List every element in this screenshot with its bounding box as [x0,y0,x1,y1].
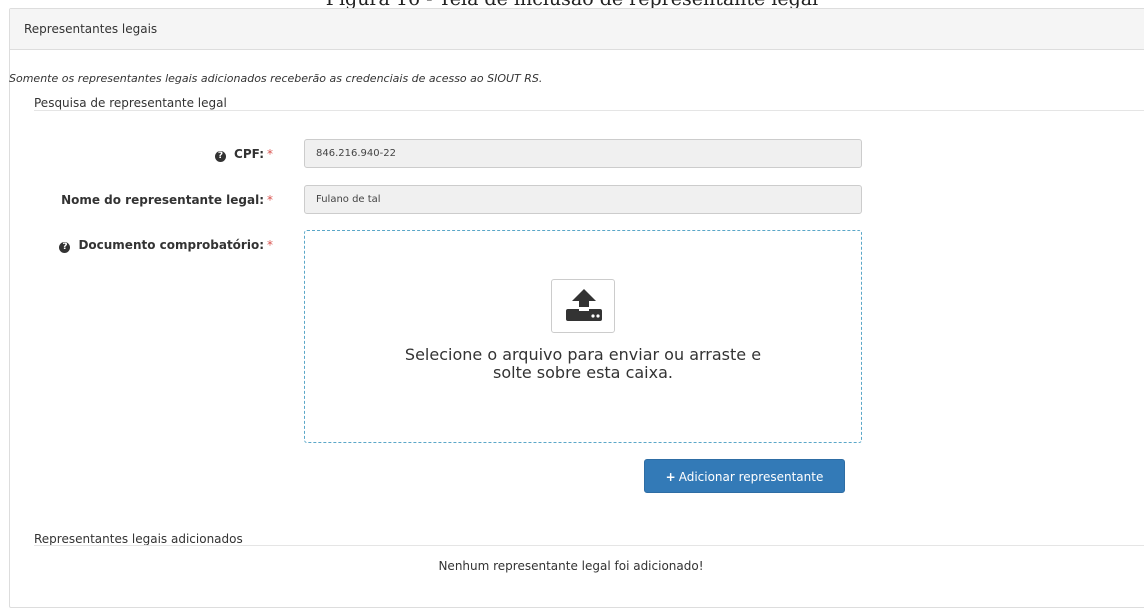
dropzone-text-line1: Selecione o arquivo para enviar ou arras… [404,345,762,364]
search-fieldset-legend: Pesquisa de representante legal [34,96,235,110]
required-asterisk: * [267,147,273,161]
representative-name-input[interactable] [304,185,862,214]
document-caption: Figura 16 - Tela de inclusão de represen… [0,0,1144,8]
name-label: Nome do representante legal: * [61,193,273,207]
add-representative-button[interactable]: + Adicionar representante [644,459,845,493]
required-asterisk: * [267,193,273,207]
name-label-text: Nome do representante legal: [61,193,264,207]
upload-button[interactable] [551,279,615,333]
question-circle-icon[interactable]: ? [59,242,71,253]
document-label: ? Documento comprobatório: * [59,238,273,253]
dropzone-text-line2: solte sobre esta caixa. [493,363,673,382]
dropzone-instructions: Selecione o arquivo para enviar ou arras… [305,346,861,382]
added-fieldset-legend: Representantes legais adicionados [34,532,251,546]
add-representative-label: Adicionar representante [678,470,824,484]
required-asterisk: * [267,238,273,252]
file-dropzone[interactable]: Selecione o arquivo para enviar ou arras… [304,230,862,443]
credentials-note: Somente os representantes legais adicion… [9,72,543,85]
cpf-label: ? CPF: * [215,147,273,162]
panel-heading: Representantes legais [10,9,1144,50]
question-circle-icon[interactable]: ? [215,151,227,162]
cpf-label-text: CPF: [234,147,264,161]
document-label-text: Documento comprobatório: [78,238,264,252]
plus-icon: + [665,470,676,484]
representatives-panel: Representantes legais Somente os represe… [9,8,1144,608]
upload-icon [566,289,602,321]
cpf-input[interactable] [304,139,862,168]
added-fieldset-divider [34,545,1144,546]
empty-list-message: Nenhum representante legal foi adicionad… [438,559,704,573]
document-caption-text: Figura 16 - Tela de inclusão de represen… [0,0,1144,8]
search-fieldset-divider [34,110,1144,111]
